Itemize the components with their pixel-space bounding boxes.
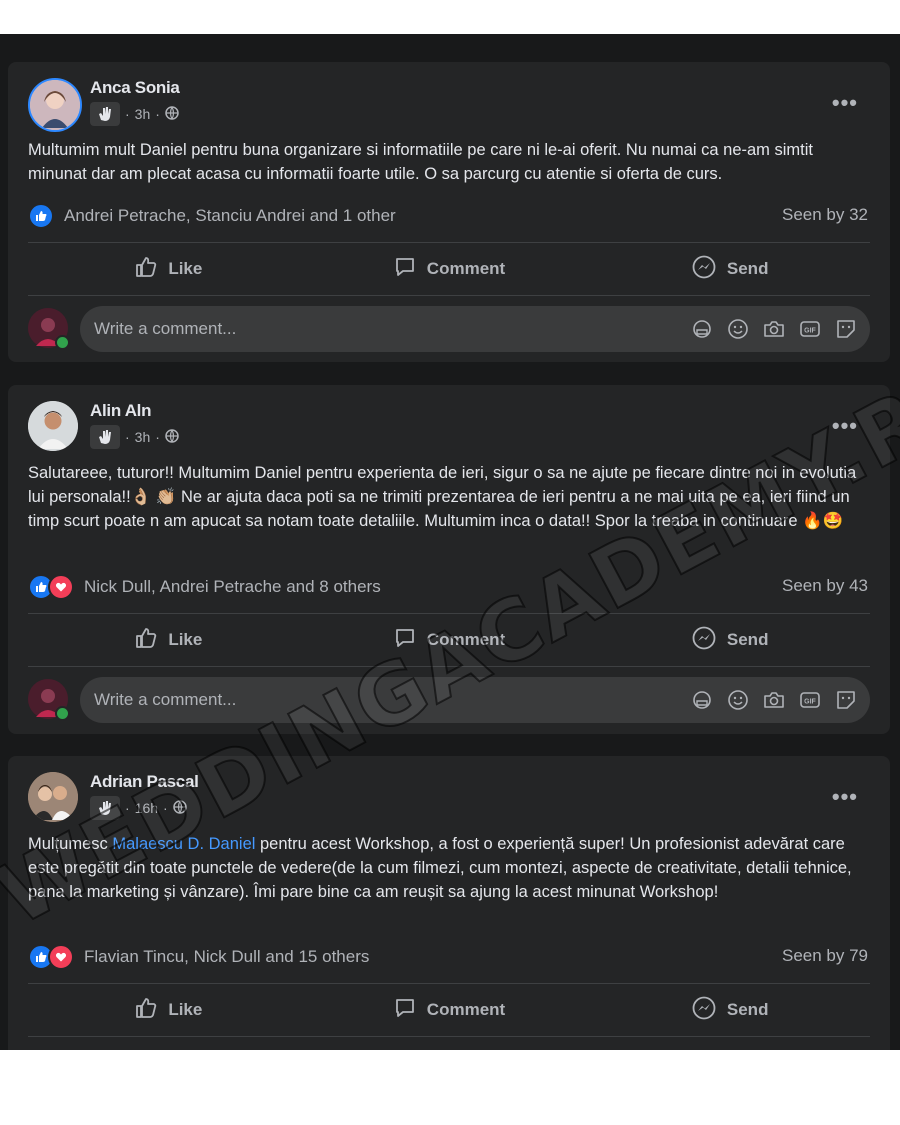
globe-icon (165, 105, 179, 123)
like-button[interactable]: Like (28, 243, 309, 295)
comment-input[interactable]: Write a comment... GIF (80, 677, 870, 723)
post-text: Salutareee, tuturor!! Multumim Daniel pe… (28, 464, 857, 530)
comment-button[interactable]: Comment (309, 984, 590, 1036)
gif-icon[interactable]: GIF (798, 688, 822, 712)
reactions-names: Nick Dull, Andrei Petrache and 8 others (84, 577, 381, 596)
action-bar: Like Comment Send (28, 984, 870, 1036)
current-user-avatar[interactable] (28, 308, 70, 350)
like-icon (134, 996, 158, 1025)
reactions-names: Andrei Petrache, Stanciu Andrei and 1 ot… (64, 206, 396, 225)
messenger-icon (691, 625, 717, 656)
wave-badge-icon[interactable] (90, 796, 120, 820)
more-options-button[interactable]: ••• (832, 784, 858, 810)
post-anca-sonia: Anca Sonia · 3h · ••• Multumim mult Dani… (8, 62, 890, 362)
post-meta: · 3h · (90, 425, 179, 449)
comment-icon (393, 626, 417, 655)
divider (28, 295, 870, 296)
send-button[interactable]: Send (589, 984, 870, 1036)
reactions-summary[interactable]: Flavian Tincu, Nick Dull and 15 others (28, 944, 369, 970)
mention-link[interactable]: Malaescu D. Daniel (112, 835, 255, 853)
wave-badge-icon[interactable] (90, 102, 120, 126)
online-status-dot (55, 335, 70, 350)
current-user-avatar[interactable] (28, 679, 70, 721)
post-time[interactable]: 3h (135, 106, 151, 122)
svg-text:GIF: GIF (804, 328, 816, 335)
post-meta: · 3h · (90, 102, 179, 126)
post-alin-aln: Alin Aln · 3h · ••• Salutareee, tuturor!… (8, 385, 890, 734)
camera-icon[interactable] (762, 317, 786, 341)
like-reaction-icon (28, 203, 54, 229)
comment-icon (393, 255, 417, 284)
author-name[interactable]: Alin Aln (90, 401, 151, 421)
divider (28, 666, 870, 667)
like-icon (134, 255, 158, 284)
love-reaction-icon (48, 574, 74, 600)
avatar-sticker-icon[interactable] (690, 688, 714, 712)
author-name[interactable]: Adrian Pascal (90, 772, 199, 792)
emoji-ok-clap: 👌🏼 👏🏼 (130, 488, 177, 506)
reactions-summary[interactable]: Andrei Petrache, Stanciu Andrei and 1 ot… (28, 203, 396, 229)
love-reaction-icon (48, 944, 74, 970)
globe-icon (165, 428, 179, 446)
post-text: Multumim mult Daniel pentru buna organiz… (28, 141, 813, 183)
comment-input[interactable]: Write a comment... GIF (80, 306, 870, 352)
comment-button[interactable]: Comment (309, 243, 590, 295)
emoji-fire-starstruck: 🔥🤩 (802, 512, 844, 530)
more-options-button[interactable]: ••• (832, 413, 858, 439)
avatar-sticker-icon[interactable] (690, 317, 714, 341)
sticker-icon[interactable] (834, 688, 858, 712)
seen-count[interactable]: Seen by 32 (782, 205, 868, 225)
post-meta: · 16h · (90, 796, 187, 820)
messenger-icon (691, 254, 717, 285)
online-status-dot (55, 706, 70, 721)
comment-icon (393, 996, 417, 1025)
action-bar: Like Comment Send (28, 243, 870, 295)
emoji-icon[interactable] (726, 688, 750, 712)
author-name[interactable]: Anca Sonia (90, 78, 180, 98)
action-bar: Like Comment Send (28, 614, 870, 666)
send-button[interactable]: Send (589, 243, 870, 295)
seen-count[interactable]: Seen by 79 (782, 946, 868, 966)
reactions-names: Flavian Tincu, Nick Dull and 15 others (84, 947, 370, 966)
comment-composer: Write a comment... GIF (28, 677, 870, 723)
like-icon (134, 626, 158, 655)
svg-text:GIF: GIF (804, 699, 816, 706)
post-text: Mulțumesc Malaescu D. Daniel pentru aces… (28, 835, 852, 901)
comment-button[interactable]: Comment (309, 614, 590, 666)
author-avatar[interactable] (28, 78, 82, 132)
divider (28, 1036, 870, 1037)
globe-icon (172, 799, 187, 817)
author-avatar[interactable] (28, 772, 78, 822)
like-button[interactable]: Like (28, 984, 309, 1036)
emoji-icon[interactable] (726, 317, 750, 341)
post-time[interactable]: 16h (135, 800, 158, 816)
like-button[interactable]: Like (28, 614, 309, 666)
feed-screenshot: Anca Sonia · 3h · ••• Multumim mult Dani… (0, 34, 900, 1050)
more-options-button[interactable]: ••• (832, 90, 858, 116)
author-avatar[interactable] (28, 401, 78, 451)
comment-composer: Write a comment... GIF (28, 306, 870, 352)
comment-tools: GIF (690, 317, 858, 341)
messenger-icon (691, 995, 717, 1026)
gif-icon[interactable]: GIF (798, 317, 822, 341)
comment-tools: GIF (690, 688, 858, 712)
post-adrian-pascal: Adrian Pascal · 16h · ••• Mulțumesc Mala… (8, 756, 890, 1050)
send-button[interactable]: Send (589, 614, 870, 666)
sticker-icon[interactable] (834, 317, 858, 341)
seen-count[interactable]: Seen by 43 (782, 576, 868, 596)
post-time[interactable]: 3h (135, 429, 151, 445)
camera-icon[interactable] (762, 688, 786, 712)
reactions-summary[interactable]: Nick Dull, Andrei Petrache and 8 others (28, 574, 381, 600)
wave-badge-icon[interactable] (90, 425, 120, 449)
